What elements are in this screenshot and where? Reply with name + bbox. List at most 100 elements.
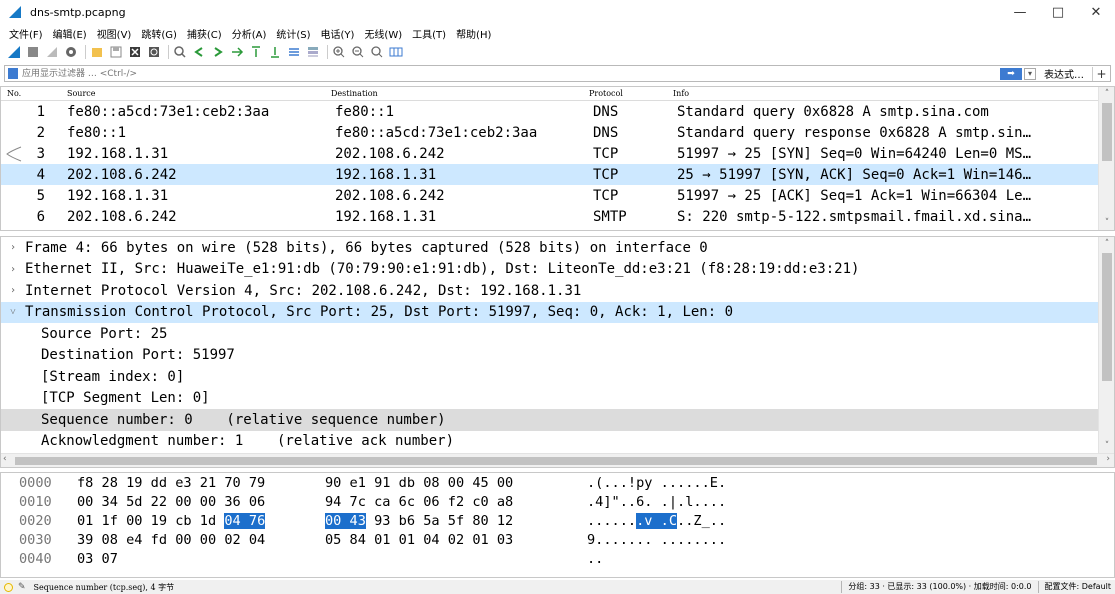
save-file-icon[interactable] xyxy=(108,44,124,60)
bytes-ascii: .......v .C..Z_.. xyxy=(587,512,726,529)
detail-text: Acknowledgment number: 1 (relative ack n… xyxy=(41,433,455,450)
packet-row[interactable]: 5 192.168.1.31 202.108.6.242 TCP 51997 →… xyxy=(1,185,1114,206)
expand-arrow-icon[interactable]: › xyxy=(1,242,25,253)
stop-capture-icon[interactable] xyxy=(25,44,41,60)
capture-options-icon[interactable] xyxy=(63,44,79,60)
detail-field-highlighted[interactable]: Sequence number: 0 (relative sequence nu… xyxy=(1,409,1114,431)
bytes-row[interactable]: 0010 00 34 5d 22 00 00 36 06 94 7c ca 6c… xyxy=(1,492,1114,511)
restart-capture-icon[interactable] xyxy=(44,44,60,60)
find-packet-icon[interactable] xyxy=(172,44,188,60)
packet-row[interactable]: 3 192.168.1.31 202.108.6.242 TCP 51997 →… xyxy=(1,143,1114,164)
autoscroll-icon[interactable] xyxy=(286,44,302,60)
packet-info: Standard query 0x6828 A smtp.sina.com xyxy=(677,103,989,120)
scroll-down-arrow-icon[interactable]: ˅ xyxy=(1099,439,1114,453)
minimize-button[interactable]: — xyxy=(1001,0,1039,24)
add-filter-button[interactable]: + xyxy=(1092,66,1110,81)
bytes-ascii-plain: ...... xyxy=(587,512,637,529)
menu-statistics[interactable]: 统计(S) xyxy=(271,26,315,41)
menu-analyze[interactable]: 分析(A) xyxy=(227,26,272,41)
menu-go[interactable]: 跳转(G) xyxy=(136,26,182,41)
menu-help[interactable]: 帮助(H) xyxy=(451,26,496,41)
scroll-thumb[interactable] xyxy=(1102,253,1112,381)
status-separator xyxy=(841,581,843,593)
packet-source: 192.168.1.31 xyxy=(67,145,169,162)
detail-tcp-selected[interactable]: ˅ Transmission Control Protocol, Src Por… xyxy=(1,301,1114,323)
last-packet-icon[interactable] xyxy=(267,44,283,60)
menu-wireless[interactable]: 无线(W) xyxy=(359,26,407,41)
scroll-thumb[interactable] xyxy=(1102,103,1112,161)
display-filter-input[interactable] xyxy=(18,66,1000,81)
column-header-protocol[interactable]: Protocol xyxy=(589,89,673,98)
status-profile[interactable]: 配置文件: Default xyxy=(1045,581,1111,593)
expression-button[interactable]: 表达式… xyxy=(1044,66,1084,81)
open-file-icon[interactable] xyxy=(89,44,105,60)
bytes-hex: 00 43 93 b6 5a 5f 80 12 xyxy=(325,512,577,529)
filter-bookmark-icon[interactable] xyxy=(8,68,18,79)
apply-filter-arrow-icon[interactable]: ➡ xyxy=(1000,67,1022,80)
packet-row-selected[interactable]: 4 202.108.6.242 192.168.1.31 TCP 25 → 51… xyxy=(1,164,1114,185)
menu-telephony[interactable]: 电话(Y) xyxy=(316,26,360,41)
scroll-thumb[interactable] xyxy=(15,457,1097,465)
close-file-icon[interactable] xyxy=(127,44,143,60)
packet-info: 51997 → 25 [ACK] Seq=1 Ack=1 Win=66304 L… xyxy=(677,187,1032,204)
scroll-down-arrow-icon[interactable]: ˅ xyxy=(1099,216,1114,230)
expand-arrow-icon[interactable]: › xyxy=(1,285,25,296)
scroll-up-arrow-icon[interactable]: ˄ xyxy=(1099,237,1114,251)
bytes-row[interactable]: 0020 01 1f 00 19 cb 1d 04 76 00 43 93 b6… xyxy=(1,511,1114,530)
detail-ip[interactable]: › Internet Protocol Version 4, Src: 202.… xyxy=(1,280,1114,302)
detail-field[interactable]: Destination Port: 51997 xyxy=(1,345,1114,367)
column-header-info[interactable]: Info xyxy=(673,89,1093,98)
menu-edit[interactable]: 编辑(E) xyxy=(48,26,92,41)
scroll-left-arrow-icon[interactable]: ‹ xyxy=(3,454,7,464)
bytes-ascii: .. xyxy=(587,550,604,567)
details-scrollbar[interactable]: ˄ ˅ xyxy=(1098,237,1114,453)
details-horizontal-scrollbar[interactable]: ‹ › xyxy=(1,453,1114,467)
edit-comment-icon[interactable]: ✎ xyxy=(18,582,26,592)
packet-row[interactable]: 1 fe80::a5cd:73e1:ceb2:3aa fe80::1 DNS S… xyxy=(1,101,1114,122)
packet-list-scrollbar[interactable]: ˄ ˅ xyxy=(1098,87,1114,230)
menu-tools[interactable]: 工具(T) xyxy=(407,26,451,41)
detail-text: Destination Port: 51997 xyxy=(41,347,235,364)
go-back-icon[interactable] xyxy=(191,44,207,60)
bytes-ascii: .(...!py ......E. xyxy=(587,474,727,491)
scroll-up-arrow-icon[interactable]: ˄ xyxy=(1099,87,1114,101)
close-button[interactable]: ✕ xyxy=(1077,0,1115,24)
column-header-source[interactable]: Source xyxy=(61,89,331,98)
go-forward-icon[interactable] xyxy=(210,44,226,60)
zoom-reset-icon[interactable] xyxy=(369,44,385,60)
zoom-out-icon[interactable] xyxy=(350,44,366,60)
packet-destination: 192.168.1.31 xyxy=(335,166,437,183)
resize-columns-icon[interactable] xyxy=(388,44,404,60)
column-header-no[interactable]: No. xyxy=(1,89,61,98)
bytes-row[interactable]: 0000 f8 28 19 dd e3 21 70 79 90 e1 91 db… xyxy=(1,473,1114,492)
reload-file-icon[interactable] xyxy=(146,44,162,60)
column-header-destination[interactable]: Destination xyxy=(331,89,589,98)
start-capture-icon[interactable] xyxy=(6,44,22,60)
packet-row[interactable]: 2 fe80::1 fe80::a5cd:73e1:ceb2:3aa DNS S… xyxy=(1,122,1114,143)
detail-field[interactable]: Source Port: 25 xyxy=(1,323,1114,345)
detail-field[interactable]: Acknowledgment number: 1 (relative ack n… xyxy=(1,431,1114,453)
menu-file[interactable]: 文件(F) xyxy=(4,26,48,41)
menu-capture[interactable]: 捕获(C) xyxy=(182,26,227,41)
first-packet-icon[interactable] xyxy=(248,44,264,60)
packet-row[interactable]: 6 202.108.6.242 192.168.1.31 SMTP S: 220… xyxy=(1,206,1114,227)
colorize-icon[interactable] xyxy=(305,44,321,60)
bytes-row[interactable]: 0030 39 08 e4 fd 00 00 02 04 05 84 01 01… xyxy=(1,530,1114,549)
maximize-button[interactable]: □ xyxy=(1039,0,1077,24)
toolbar-separator xyxy=(327,45,328,59)
collapse-arrow-icon[interactable]: ˅ xyxy=(1,307,25,318)
filter-dropdown-chevron-icon[interactable]: ▾ xyxy=(1024,67,1036,80)
detail-ethernet[interactable]: › Ethernet II, Src: HuaweiTe_e1:91:db (7… xyxy=(1,259,1114,281)
detail-field[interactable]: [TCP Segment Len: 0] xyxy=(1,388,1114,410)
zoom-in-icon[interactable] xyxy=(331,44,347,60)
menu-view[interactable]: 视图(V) xyxy=(92,26,137,41)
expand-arrow-icon[interactable]: › xyxy=(1,264,25,275)
packet-protocol: DNS xyxy=(593,103,619,120)
packet-details: › Frame 4: 66 bytes on wire (528 bits), … xyxy=(0,236,1115,468)
bytes-row[interactable]: 0040 03 07 .. xyxy=(1,549,1114,568)
go-to-packet-icon[interactable] xyxy=(229,44,245,60)
detail-frame[interactable]: › Frame 4: 66 bytes on wire (528 bits), … xyxy=(1,237,1114,259)
detail-field[interactable]: [Stream index: 0] xyxy=(1,366,1114,388)
expert-info-icon[interactable] xyxy=(4,582,13,592)
scroll-right-arrow-icon[interactable]: › xyxy=(1106,454,1110,464)
